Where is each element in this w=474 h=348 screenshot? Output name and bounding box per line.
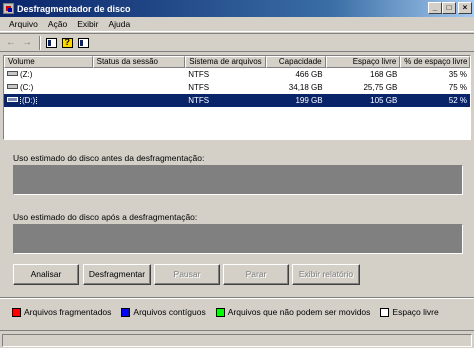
free-percent-cell: 75 % (448, 83, 467, 92)
back-arrow-icon[interactable]: ← (4, 36, 18, 50)
defragment-button[interactable]: Desfragmentar (83, 264, 151, 285)
legend-label: Arquivos que não podem ser movidos (227, 307, 371, 317)
capacity-cell: 466 GB (295, 70, 323, 79)
forward-arrow-icon[interactable]: → (20, 36, 34, 50)
volume-name: (C:) (20, 83, 34, 92)
properties-glyph (45, 37, 57, 48)
toolbar-separator (39, 35, 41, 50)
volume-cell: (Z:) (4, 70, 93, 79)
status-bar (0, 330, 474, 348)
capacity-cell: 199 GB (295, 96, 323, 105)
defrag-app-icon[interactable] (3, 3, 14, 14)
menu-arquivo[interactable]: Arquivo (4, 19, 43, 29)
legend-label: Arquivos contíguos (133, 307, 206, 317)
free-cell: 25,75 GB (363, 83, 398, 92)
legend-contiguous: Arquivos contíguos (121, 307, 206, 317)
menu-exibir[interactable]: Exibir (72, 19, 103, 29)
fs-cell: NTFS (188, 70, 210, 79)
volume-list[interactable]: Volume Status da sessão Sistema de arqui… (3, 55, 471, 140)
minimize-button[interactable]: _ (428, 2, 442, 14)
hard-drive-icon (7, 97, 18, 103)
window-controls: _ □ × (428, 2, 472, 14)
close-button[interactable]: × (458, 2, 472, 14)
analysis-panel: Uso estimado do disco antes da desfragme… (3, 142, 471, 299)
capacity-cell: 34,18 GB (288, 83, 323, 92)
properties-icon[interactable] (44, 36, 58, 50)
volume-name: (D:) (20, 96, 38, 105)
menu-ajuda[interactable]: Ajuda (103, 19, 135, 29)
volume-cell: (C:) (4, 83, 93, 92)
view-report-button[interactable]: Exibir relatório (292, 264, 360, 285)
status-pane (2, 334, 472, 347)
title-bar[interactable]: Desfragmentador de disco _ □ × (0, 0, 474, 17)
fragmented-swatch (12, 307, 21, 317)
export-list-icon[interactable] (76, 36, 90, 50)
volume-cell: (D:) (4, 96, 93, 105)
legend-divider (0, 297, 474, 299)
menu-bar: Arquivo Ação Exibir Ajuda (0, 17, 474, 32)
maximize-button[interactable]: □ (442, 2, 456, 14)
free-cell: 105 GB (370, 96, 398, 105)
volume-name: (Z:) (20, 70, 33, 79)
column-free-percent[interactable]: % de espaço livre (400, 56, 470, 68)
volume-list-header: Volume Status da sessão Sistema de arqui… (4, 56, 470, 68)
unmovable-swatch (215, 307, 225, 317)
fs-cell: NTFS (188, 83, 210, 92)
window-title: Desfragmentador de disco (17, 3, 131, 14)
hard-drive-icon (7, 71, 18, 77)
after-defrag-label: Uso estimado do disco após a desfragment… (13, 212, 198, 222)
column-file-system[interactable]: Sistema de arquivos (185, 56, 266, 68)
help-icon[interactable] (60, 36, 74, 50)
pause-button[interactable]: Pausar (154, 264, 220, 285)
column-capacity[interactable]: Capacidade (265, 56, 326, 68)
legend-fragmented: Arquivos fragmentados (12, 307, 111, 317)
contiguous-swatch (121, 307, 131, 317)
free-percent-cell: 35 % (448, 70, 467, 79)
volume-row[interactable]: (Z:) NTFS 466 GB 168 GB 35 % (4, 68, 470, 81)
legend: Arquivos fragmentados Arquivos contíguos… (12, 307, 449, 317)
after-defrag-display (13, 224, 463, 254)
free-cell: 168 GB (370, 70, 398, 79)
fs-cell: NTFS (188, 96, 210, 105)
volume-row-selected[interactable]: (D:) NTFS 199 GB 105 GB 52 % (4, 94, 470, 107)
column-volume[interactable]: Volume (4, 56, 93, 68)
free-space-swatch (380, 307, 390, 317)
legend-label: Arquivos fragmentados (24, 307, 112, 317)
hard-drive-icon (7, 84, 18, 90)
before-defrag-label: Uso estimado do disco antes da desfragme… (13, 153, 205, 163)
before-defrag-display (13, 165, 463, 195)
menu-acao[interactable]: Ação (43, 19, 72, 29)
free-percent-cell: 52 % (448, 96, 467, 105)
legend-unmovable: Arquivos que não podem ser movidos (215, 307, 371, 317)
toolbar: ← → (0, 33, 474, 52)
analyze-button[interactable]: Analisar (13, 264, 79, 285)
help-glyph (61, 37, 73, 48)
export-list-glyph (77, 37, 89, 48)
volume-row[interactable]: (C:) NTFS 34,18 GB 25,75 GB 75 % (4, 81, 470, 94)
legend-free-space: Espaço livre (380, 307, 439, 317)
column-free-space[interactable]: Espaço livre (325, 56, 401, 68)
legend-label: Espaço livre (392, 307, 439, 317)
column-session-status[interactable]: Status da sessão (92, 56, 186, 68)
stop-button[interactable]: Parar (223, 264, 289, 285)
